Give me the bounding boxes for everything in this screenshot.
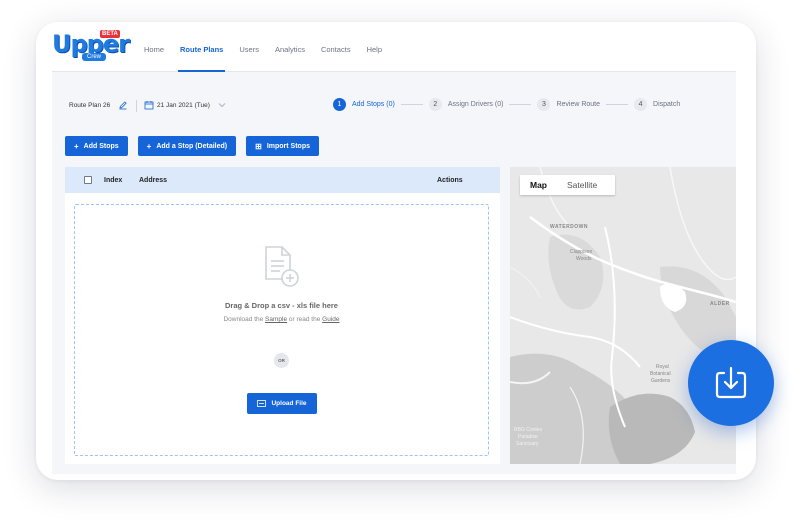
guide-link[interactable]: Guide [322, 316, 339, 323]
nav-help[interactable]: Help [367, 28, 382, 72]
app-window: Upper BETA Crew Home Route Plans Users A… [52, 28, 736, 474]
map-label: ALDER [710, 301, 730, 307]
button-label: Add a Stop (Detailed) [156, 142, 228, 150]
upper-logo[interactable]: Upper BETA Crew [52, 30, 130, 66]
upload-icon [257, 400, 267, 407]
nav-users[interactable]: Users [239, 28, 259, 72]
column-index: Index [104, 177, 123, 184]
button-label: Upload File [271, 400, 307, 407]
import-icon: ⊞ [255, 141, 262, 151]
edit-icon[interactable] [118, 100, 128, 110]
route-date[interactable]: 21 Jan 2021 (Tue) [157, 102, 210, 109]
file-dropzone[interactable]: Drag & Drop a csv - xls file here Downlo… [74, 204, 489, 456]
divider [136, 100, 137, 112]
table-header: Index Address Actions [65, 167, 500, 193]
nav-route-plans[interactable]: Route Plans [177, 28, 226, 72]
column-actions: Actions [437, 177, 463, 184]
map-type-toggle: Map Satellite [520, 175, 615, 195]
route-plan-name: Route Plan 26 [69, 102, 111, 109]
dropzone-title: Drag & Drop a csv - xls file here [225, 301, 338, 310]
map-tab[interactable]: Map [520, 175, 557, 195]
plus-icon: + [74, 141, 79, 151]
map-view[interactable]: Map Satellite WATERDOWN Clappison Woods … [510, 167, 736, 464]
download-fab[interactable] [688, 340, 774, 426]
top-navigation-bar: Upper BETA Crew Home Route Plans Users A… [52, 28, 736, 72]
dropzone-text: or read the [287, 316, 323, 323]
map-label: Gardens [651, 378, 671, 384]
download-icon [715, 366, 747, 399]
map-label: Woods [576, 256, 592, 262]
or-separator: OR [274, 353, 289, 368]
step-label: Dispatch [653, 101, 681, 108]
stops-table: Index Address Actions Drag & Drop a csv … [65, 167, 500, 464]
map-label: Clappison [570, 249, 593, 255]
map-tiles [510, 167, 736, 464]
button-label: Import Stops [266, 142, 310, 150]
chevron-down-icon[interactable] [218, 102, 226, 108]
step-label: Review Route [556, 101, 601, 108]
add-stop-detailed-button[interactable]: + Add a Stop (Detailed) [137, 136, 237, 156]
logo-badge: BETA [100, 30, 120, 38]
step-label: Assign Drivers (0) [447, 101, 504, 108]
dropzone-text: Download the [223, 316, 266, 323]
step-number: 2 [428, 98, 442, 111]
button-label: Add Stops [83, 142, 119, 150]
import-stops-button[interactable]: ⊞ Import Stops [246, 136, 319, 156]
map-label: Sanctuary [516, 441, 539, 447]
step-connector [509, 104, 532, 105]
main-nav: Home Route Plans Users Analytics Contact… [144, 28, 398, 72]
add-file-icon [265, 246, 299, 287]
step-label: Add Stops (0) [352, 101, 395, 108]
plus-icon: + [146, 141, 152, 151]
map-label: Botanical [650, 371, 671, 377]
sample-link[interactable]: Sample [265, 316, 287, 323]
route-plan-bar: Route Plan 26 21 Jan 2021 (Tue) 1 Add St… [52, 96, 736, 118]
action-buttons: + Add Stops + Add a Stop (Detailed) ⊞ Im… [65, 136, 329, 156]
map-label: Royal [656, 364, 669, 370]
step-number: 3 [537, 98, 551, 111]
nav-analytics[interactable]: Analytics [275, 28, 305, 72]
stepper: 1 Add Stops (0) 2 Assign Drivers (0) 3 R… [333, 98, 680, 111]
column-address: Address [139, 177, 168, 184]
step-connector [606, 104, 629, 105]
step-number: 4 [634, 98, 648, 111]
map-label: Paradise [518, 434, 538, 440]
step-review-route[interactable]: 3 Review Route [537, 98, 600, 111]
nav-contacts[interactable]: Contacts [321, 28, 351, 72]
logo-crew-tag: Crew [82, 53, 107, 61]
step-dispatch[interactable]: 4 Dispatch [634, 98, 680, 111]
calendar-icon [144, 101, 154, 110]
satellite-tab[interactable]: Satellite [557, 175, 607, 195]
map-label: RBG Cootes [514, 427, 543, 433]
step-connector [400, 104, 423, 105]
step-add-stops[interactable]: 1 Add Stops (0) [333, 98, 395, 111]
map-label: WATERDOWN [550, 224, 589, 230]
select-all-checkbox[interactable] [84, 176, 92, 184]
upload-file-button[interactable]: Upload File [247, 393, 317, 414]
dropzone-subtitle: Download the Sample or read the Guide [75, 316, 488, 323]
step-assign-drivers[interactable]: 2 Assign Drivers (0) [428, 98, 504, 111]
add-stops-button[interactable]: + Add Stops [65, 136, 128, 156]
nav-home[interactable]: Home [144, 28, 164, 72]
step-number: 1 [333, 98, 346, 111]
